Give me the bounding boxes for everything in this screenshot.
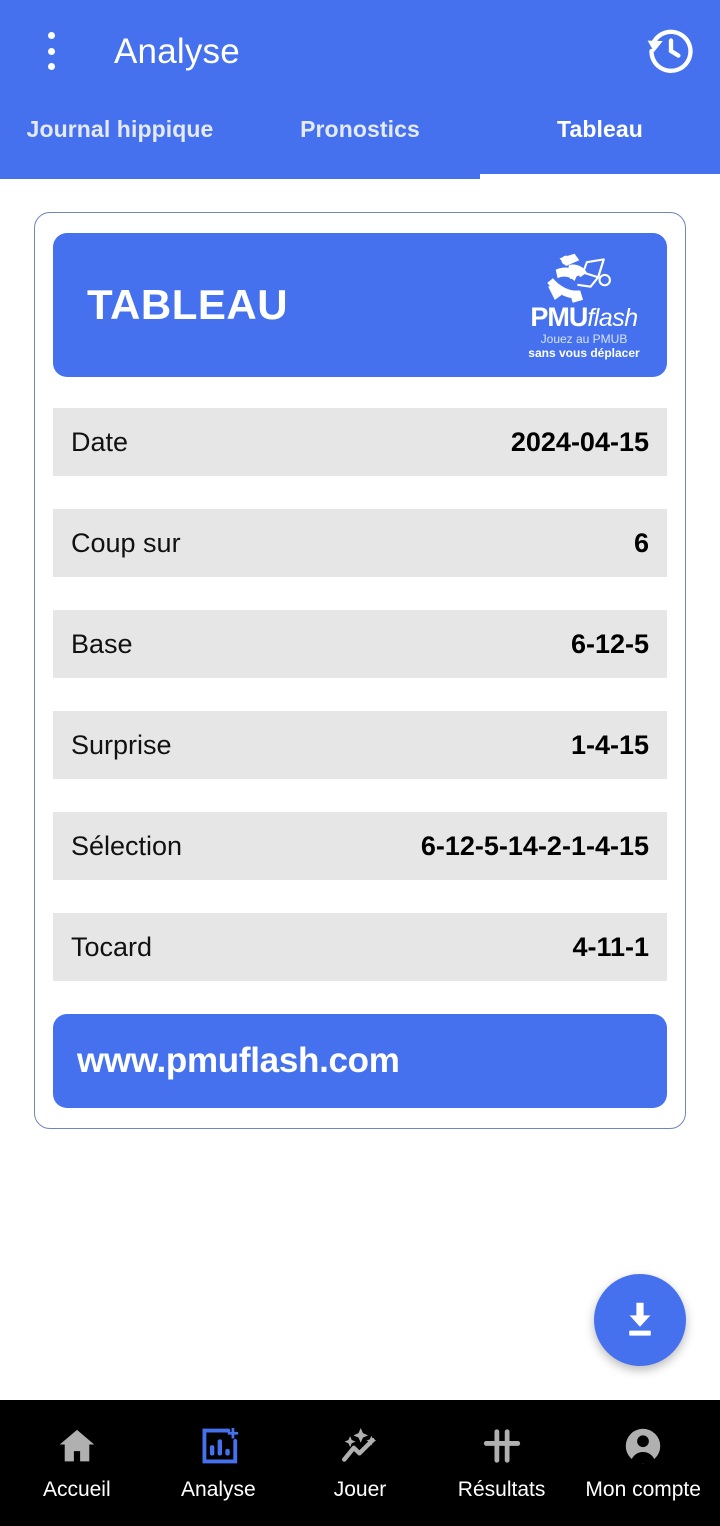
table-row: Surprise 1-4-15 xyxy=(53,711,667,779)
history-icon[interactable] xyxy=(644,24,698,78)
app-bar-top-row: Analyse xyxy=(0,0,720,102)
row-value-tocard: 4-11-1 xyxy=(572,931,649,962)
download-button[interactable] xyxy=(594,1274,686,1366)
tableau-rows: Date 2024-04-15 Coup sur 6 Base 6-12-5 S… xyxy=(53,408,667,981)
tab-tableau[interactable]: Tableau xyxy=(480,102,720,179)
table-row: Tocard 4-11-1 xyxy=(53,913,667,981)
row-value-coup-sur: 6 xyxy=(633,527,649,558)
row-label-tocard: Tocard xyxy=(71,931,153,962)
tableau-card: TABLEAU PMU flash Jouez au PMUB sans vou… xyxy=(34,212,686,1129)
logo-flash-text: flash xyxy=(587,304,638,333)
nav-item-jouer[interactable]: Jouer xyxy=(289,1424,431,1502)
nav-item-mon-compte[interactable]: Mon compte xyxy=(572,1424,714,1502)
nav-item-accueil[interactable]: Accueil xyxy=(6,1424,148,1502)
tab-pronostics[interactable]: Pronostics xyxy=(240,102,480,179)
tab-journal-hippique[interactable]: Journal hippique xyxy=(0,102,240,179)
nav-label-mon-compte: Mon compte xyxy=(585,1478,701,1501)
app-screen: Analyse Journal hippique Pronostics Tabl… xyxy=(0,0,720,1526)
logo-tagline-1: Jouez au PMUB xyxy=(540,332,628,347)
row-label-surprise: Surprise xyxy=(71,729,172,760)
app-bar: Analyse Journal hippique Pronostics Tabl… xyxy=(0,0,720,179)
card-banner: TABLEAU PMU flash Jouez au PMUB sans vou… xyxy=(53,233,667,377)
page-title: Analyse xyxy=(114,31,240,71)
logo-tagline-2: sans vous déplacer xyxy=(528,346,640,361)
more-vert-dot xyxy=(47,47,55,55)
logo-wordmark: PMU flash xyxy=(530,302,638,333)
table-row: Base 6-12-5 xyxy=(53,610,667,678)
tab-label: Tableau xyxy=(557,116,643,142)
pmuflash-logo: PMU flash Jouez au PMUB sans vous déplac… xyxy=(519,249,649,361)
website-url-bar[interactable]: www.pmuflash.com xyxy=(53,1014,667,1108)
row-label-selection: Sélection xyxy=(71,830,183,861)
website-url-text: www.pmuflash.com xyxy=(77,1041,400,1080)
nav-item-analyse[interactable]: Analyse xyxy=(148,1424,290,1502)
account-icon xyxy=(621,1424,665,1468)
download-icon xyxy=(629,1302,651,1336)
tab-label: Pronostics xyxy=(300,116,420,142)
content-area: TABLEAU PMU flash Jouez au PMUB sans vou… xyxy=(0,179,720,1400)
nav-label-analyse: Analyse xyxy=(181,1478,256,1501)
nav-label-jouer: Jouer xyxy=(333,1478,387,1501)
logo-pmu-text: PMU xyxy=(530,302,588,333)
tab-label: Journal hippique xyxy=(26,116,214,142)
results-hash-icon xyxy=(480,1424,524,1468)
nav-label-resultats: Résultats xyxy=(457,1478,546,1501)
row-label-date: Date xyxy=(71,426,129,457)
table-row: Sélection 6-12-5-14-2-1-4-15 xyxy=(53,812,667,880)
tab-bar: Journal hippique Pronostics Tableau xyxy=(0,102,720,179)
more-vert-dot xyxy=(47,63,55,70)
table-row: Coup sur 6 xyxy=(53,509,667,577)
row-value-surprise: 1-4-15 xyxy=(570,729,649,760)
banner-title: TABLEAU xyxy=(87,281,289,328)
analytics-icon xyxy=(196,1424,240,1468)
bottom-navigation-bar: Accueil Analyse Jouer Résultats Mon comp… xyxy=(0,1400,720,1526)
row-label-coup-sur: Coup sur xyxy=(71,527,181,558)
row-value-selection: 6-12-5-14-2-1-4-15 xyxy=(420,830,649,861)
nav-label-accueil: Accueil xyxy=(42,1478,111,1501)
nav-item-resultats[interactable]: Résultats xyxy=(431,1424,573,1502)
table-row: Date 2024-04-15 xyxy=(53,408,667,476)
more-vert-dot xyxy=(47,32,55,39)
row-label-base: Base xyxy=(71,628,133,659)
row-value-date: 2024-04-15 xyxy=(510,426,649,457)
sparkle-trend-icon xyxy=(338,1424,382,1468)
more-vert-icon[interactable] xyxy=(34,28,68,74)
row-value-base: 6-12-5 xyxy=(570,628,649,659)
home-icon xyxy=(55,1424,99,1468)
